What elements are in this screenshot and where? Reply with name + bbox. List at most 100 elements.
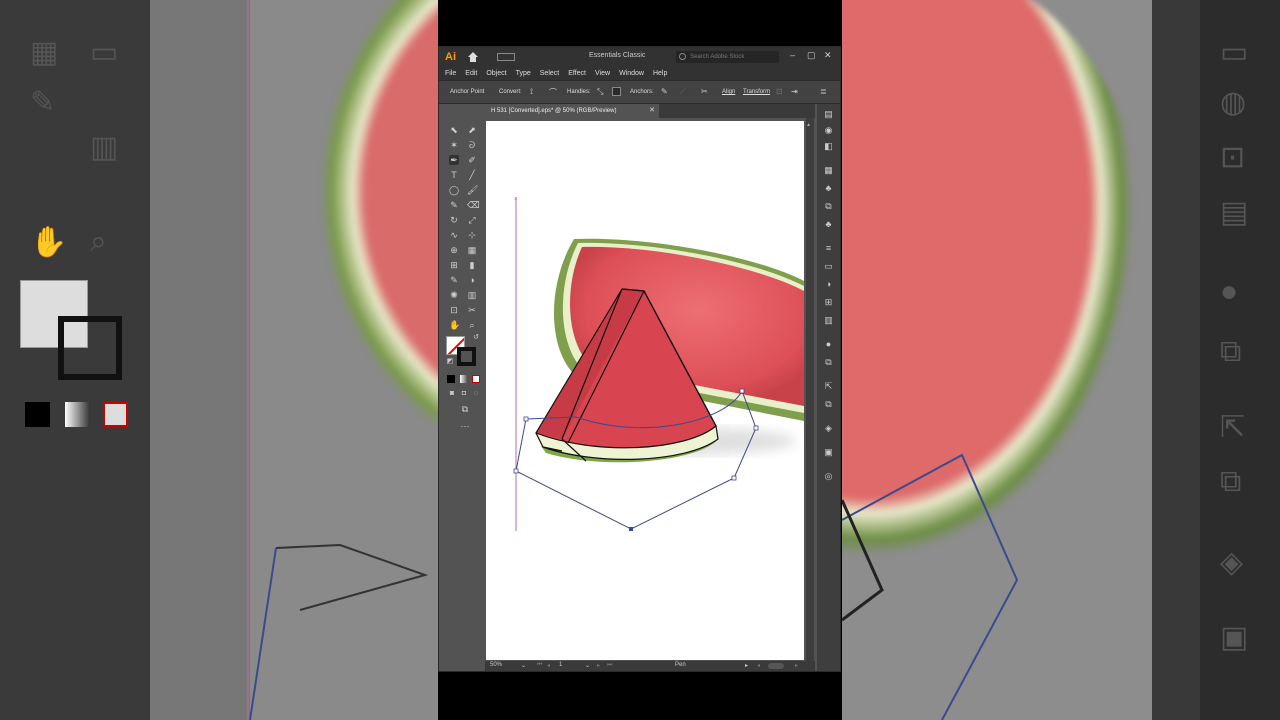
prev-artboard-icon[interactable]: ◂ xyxy=(547,662,550,669)
canvas-area[interactable]: × xyxy=(485,118,815,661)
next-artboard-icon[interactable]: ▸ xyxy=(597,662,600,669)
status-arrow-icon[interactable]: ▸ xyxy=(745,662,748,669)
none-mode-icon[interactable] xyxy=(472,375,480,383)
screen-mode-icon[interactable]: ⧉ xyxy=(458,404,472,414)
show-handles-icon[interactable]: ⤡ xyxy=(597,87,606,96)
slice-tool-icon[interactable]: ✂ xyxy=(467,305,477,315)
color-guide-icon[interactable]: ◧ xyxy=(823,142,834,151)
stroke-icon[interactable]: ≡ xyxy=(823,244,834,253)
hide-handles-icon[interactable] xyxy=(612,87,621,96)
perspective-grid-tool-icon[interactable]: ▦ xyxy=(467,245,477,255)
direct-selection-tool-icon[interactable]: ⬈ xyxy=(467,125,477,135)
blend-tool-icon[interactable]: ◑ xyxy=(467,275,477,285)
selection-tool-icon[interactable]: ⬉ xyxy=(449,125,459,135)
menu-type[interactable]: Type xyxy=(516,70,531,77)
free-transform-tool-icon[interactable]: ⊹ xyxy=(467,230,477,240)
mesh-tool-icon[interactable]: ⊞ xyxy=(449,260,459,270)
line-tool-icon[interactable]: ╱ xyxy=(467,170,477,180)
menu-effect[interactable]: Effect xyxy=(568,70,586,77)
zoom-dropdown-icon[interactable]: ⌄ xyxy=(521,662,526,669)
paintbrush-tool-icon[interactable]: 🖌 xyxy=(467,185,478,195)
anchor-point[interactable] xyxy=(513,468,519,474)
close-tab-icon[interactable]: ✕ xyxy=(649,104,655,118)
warp-tool-icon[interactable]: ∿ xyxy=(449,230,459,240)
appearance-icon[interactable]: ● xyxy=(823,340,834,349)
transform-icon[interactable]: ⊞ xyxy=(823,298,834,307)
hand-tool-icon[interactable]: ✋ xyxy=(449,320,460,330)
properties-icon[interactable]: ▤ xyxy=(823,110,834,119)
graph-tool-icon[interactable]: ▥ xyxy=(467,290,477,300)
last-artboard-icon[interactable]: ⏭ xyxy=(607,662,612,669)
libraries-icon[interactable]: ▣ xyxy=(823,448,834,457)
isolate-icon[interactable]: ⊡ xyxy=(776,87,785,96)
menu-object[interactable]: Object xyxy=(486,70,506,77)
curvature-tool-icon[interactable]: ✐ xyxy=(467,155,477,165)
hscroll-left-icon[interactable]: ◂ xyxy=(757,662,760,669)
lasso-tool-icon[interactable]: ᘐ xyxy=(467,140,477,150)
artboard-dropdown-icon[interactable]: ⌄ xyxy=(585,662,590,669)
magic-wand-tool-icon[interactable]: ✶ xyxy=(449,140,459,150)
menu-edit[interactable]: Edit xyxy=(465,70,477,77)
zoom-tool-icon[interactable]: ⌕ xyxy=(467,320,477,330)
pen-tool-icon[interactable]: ✒ xyxy=(449,155,459,165)
layers-icon[interactable]: ◈ xyxy=(823,424,834,433)
asset-export-icon[interactable]: ⇱ xyxy=(823,382,834,391)
menu-window[interactable]: Window xyxy=(619,70,644,77)
gradient-mode-icon[interactable] xyxy=(460,375,468,383)
artboards-icon[interactable]: ⧉ xyxy=(823,400,834,409)
anchor-point[interactable] xyxy=(629,527,633,531)
home-icon[interactable] xyxy=(467,52,479,62)
workspace-dropdown[interactable]: Essentials Classic xyxy=(589,52,645,59)
artboard-number[interactable]: 1 xyxy=(559,662,562,668)
anchor-point[interactable] xyxy=(523,416,529,422)
creative-cloud-icon[interactable]: ◎ xyxy=(823,472,834,481)
convert-corner-icon[interactable]: ⟟ xyxy=(530,87,539,96)
symbols-icon[interactable]: ⧉ xyxy=(823,202,834,211)
menu-select[interactable]: Select xyxy=(540,70,559,77)
eyedropper-tool-icon[interactable]: ✎ xyxy=(449,275,459,285)
first-artboard-icon[interactable]: ⏮ xyxy=(537,662,542,669)
swatches-icon[interactable]: ▦ xyxy=(823,166,834,175)
align-icon[interactable]: ▥ xyxy=(823,316,834,325)
control-menu-icon[interactable]: ≣ xyxy=(820,87,829,96)
search-stock-input[interactable]: Search Adobe Stock xyxy=(676,51,779,63)
type-tool-icon[interactable]: T xyxy=(449,170,459,180)
pathfinder-icon[interactable]: ⧉ xyxy=(823,358,834,367)
draw-behind-icon[interactable]: ◘ xyxy=(459,389,469,399)
hscroll-right-icon[interactable]: ▸ xyxy=(795,662,798,669)
connect-anchor-icon[interactable]: ⟋ xyxy=(680,87,689,96)
gradient-tool-icon[interactable]: ▮ xyxy=(467,260,477,270)
minimize-button[interactable]: – xyxy=(790,50,795,60)
select-similar-icon[interactable]: ⇥ xyxy=(791,87,800,96)
symbol-sprayer-tool-icon[interactable]: ✺ xyxy=(449,290,459,300)
gradient-icon[interactable]: ▭ xyxy=(823,262,834,271)
zoom-level[interactable]: 50% xyxy=(490,662,502,668)
artboard[interactable]: × xyxy=(486,121,804,660)
draw-inside-icon[interactable]: ◌ xyxy=(471,389,481,399)
align-link[interactable]: Align xyxy=(722,89,735,95)
color-mode-icon[interactable] xyxy=(447,375,455,383)
menu-file[interactable]: File xyxy=(445,70,456,77)
transparency-icon[interactable]: ◑ xyxy=(823,280,834,289)
rotate-tool-icon[interactable]: ↻ xyxy=(449,215,459,225)
artboard-tool-icon[interactable]: ⊡ xyxy=(449,305,459,315)
document-tab[interactable]: H 531 [Converted].eps* @ 50% (RGB/Previe… xyxy=(485,104,659,118)
scale-tool-icon[interactable]: ⤢ xyxy=(467,215,477,225)
anchor-point[interactable] xyxy=(753,425,759,431)
close-button[interactable]: ✕ xyxy=(824,50,832,61)
maximize-button[interactable]: ▢ xyxy=(807,50,816,61)
menu-help[interactable]: Help xyxy=(653,70,667,77)
remove-anchor-icon[interactable]: ✎ xyxy=(661,87,670,96)
brushes-icon[interactable]: ♣ xyxy=(823,184,834,193)
color-icon[interactable]: ◉ xyxy=(823,126,834,135)
eraser-tool-icon[interactable]: ⌫ xyxy=(467,200,480,210)
graphic-styles-icon[interactable]: ♣ xyxy=(823,220,834,229)
transform-link[interactable]: Transform xyxy=(743,89,770,95)
swap-fill-stroke-icon[interactable]: ↺ xyxy=(471,333,481,343)
stroke-swatch[interactable] xyxy=(457,347,476,366)
convert-smooth-icon[interactable]: ⌒ xyxy=(549,87,558,97)
shaper-tool-icon[interactable]: ✎ xyxy=(449,200,459,210)
shape-builder-tool-icon[interactable]: ⊕ xyxy=(449,245,459,255)
ellipse-tool-icon[interactable]: ◯ xyxy=(449,185,459,195)
more-tools-icon[interactable]: ⋯ xyxy=(458,421,472,431)
